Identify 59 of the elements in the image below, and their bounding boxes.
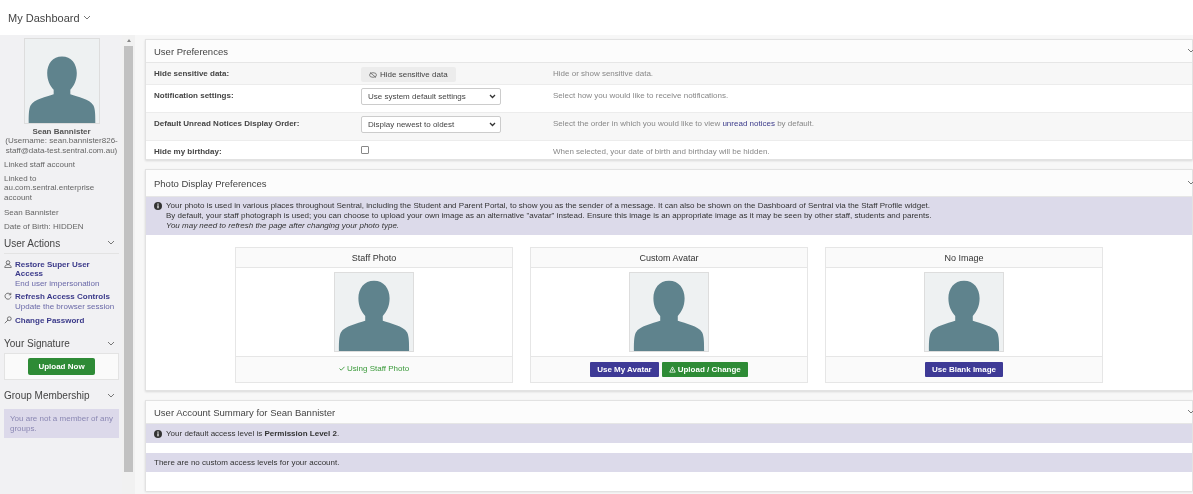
key-icon	[4, 315, 12, 324]
chevron-down-icon[interactable]	[107, 240, 115, 247]
panel-title: Photo Display Preferences	[154, 177, 267, 189]
refresh-icon	[4, 292, 12, 301]
hide-data-button[interactable]: Hide sensitive data	[361, 67, 456, 82]
notices-link[interactable]: unread notices	[722, 119, 775, 128]
chevron-down-icon[interactable]	[107, 392, 115, 399]
section-title[interactable]: User Actions	[4, 237, 61, 249]
upload-icon	[668, 366, 676, 373]
linked-account-text: Linked to au.com.sentral.enterprise account	[4, 173, 96, 203]
panel-title: User Account Summary for Sean Bannister	[154, 406, 336, 418]
setting-description: When selected, your date of birth and birthday will be hidden.	[553, 146, 770, 156]
access-level-text: Your default access level is Permission Level 2.	[166, 429, 340, 438]
action-description: Update the browser session	[15, 301, 115, 312]
photo-option-button[interactable]: Use Blank Image	[925, 362, 1003, 377]
caret-icon	[489, 122, 496, 127]
info-note: You may need to refresh the page after changing your photo type.	[166, 221, 401, 231]
action-link[interactable]: Refresh Access Controls	[15, 292, 115, 302]
display-name: Sean Bannister	[4, 208, 60, 218]
user-icon	[4, 259, 12, 268]
section-title[interactable]: Group Membership	[4, 390, 90, 402]
date-of-birth: Date of Birth: HIDDEN	[4, 221, 85, 232]
status-text: Using Staff Photo	[338, 363, 410, 373]
upload-button[interactable]: Upload / Change	[661, 362, 748, 377]
eye-slash-icon	[369, 71, 377, 78]
select-field[interactable]: Display newest to oldest	[361, 116, 501, 133]
setting-label: Default Unread Notices Display Order:	[154, 118, 301, 128]
chevron-down-icon[interactable]	[107, 340, 115, 347]
custom-access-text: There are no custom access levels for your account.	[154, 458, 340, 467]
upload-button[interactable]: Upload Now	[28, 358, 95, 376]
info-icon	[154, 430, 162, 438]
info-text: By default, your staff photograph is used; you can choose to upload your own image as an alternative "avatar" instead. Ensure this image is an appropriate image as it may be seen by other staff, students and parents.	[166, 211, 932, 221]
setting-description: Hide or show sensitive data.	[553, 68, 654, 78]
info-text: Your photo is used in various places throughout Sentral, including the Student and Parent Portal, to show you as the sender of a message. It can also be shown on the Dashboard of Sentral via the Staff Profile widget.	[166, 201, 932, 211]
setting-label: Hide sensitive data:	[154, 68, 231, 78]
section-title[interactable]: Your Signature	[4, 338, 70, 350]
chevron-down-icon[interactable]	[1187, 48, 1193, 54]
setting-description: Select the order in which you would like to view unread notices by default.	[553, 118, 815, 128]
info-message: You are not a member of any groups.	[4, 409, 119, 439]
photo-option-button[interactable]: Use My Avatar	[590, 362, 659, 377]
chevron-down-icon[interactable]	[82, 14, 91, 21]
profile-name: Sean Bannister	[31, 127, 92, 136]
page-title[interactable]: My Dashboard	[8, 11, 80, 24]
caret-icon	[489, 94, 496, 99]
action-link[interactable]: Restore Super User Access	[15, 259, 119, 279]
setting-label: Notification settings:	[154, 90, 235, 100]
action-link[interactable]: Change Password	[15, 315, 85, 326]
profile-username: (Username: sean.bannister826-staff@data-test.sentral.com.au)	[4, 136, 119, 156]
select-field[interactable]: Use system default settings	[361, 88, 501, 105]
check-icon	[338, 365, 345, 371]
action-description: End user impersonation	[15, 278, 101, 289]
chevron-down-icon[interactable]	[1187, 180, 1193, 186]
info-icon	[154, 202, 162, 210]
setting-description: Select how you would like to receive notifications.	[553, 90, 729, 100]
checkbox[interactable]	[361, 146, 369, 154]
linked-account-label: Linked staff account	[4, 160, 76, 170]
chevron-down-icon[interactable]	[1187, 409, 1193, 415]
panel-title: User Preferences	[154, 45, 228, 57]
setting-label: Hide my birthday:	[154, 146, 223, 156]
